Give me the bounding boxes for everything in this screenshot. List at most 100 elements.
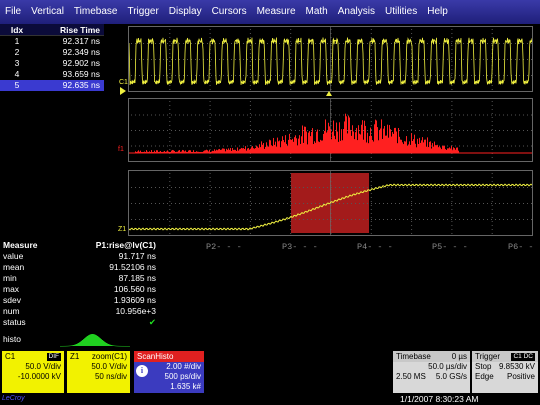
menu-item-help[interactable]: Help bbox=[422, 0, 453, 24]
c1-waveform-grid[interactable] bbox=[128, 26, 533, 92]
c1-vdiv: 50.0 V/div bbox=[25, 362, 61, 371]
dif-tag: DIF bbox=[46, 352, 61, 361]
c1-waveform bbox=[129, 27, 532, 91]
table-row-selected[interactable]: 5 92.635 ns bbox=[0, 80, 104, 91]
row-value: 92.349 ns bbox=[62, 47, 100, 57]
measure-value: 10.956e+3 bbox=[115, 306, 156, 316]
measure-key: mean bbox=[3, 262, 25, 272]
measure-row: num 10.956e+3 bbox=[0, 306, 200, 317]
menu-bar: File Vertical Timebase Trigger Display Cursor… bbox=[0, 0, 540, 24]
p2-label[interactable]: P2- - - bbox=[206, 242, 242, 252]
scanhisto-name: ScanHisto bbox=[137, 352, 174, 361]
menu-item-utilities[interactable]: Utilities bbox=[380, 0, 422, 24]
row-value: 92.902 ns bbox=[62, 58, 100, 68]
timebase-rate: 5.0 GS/s bbox=[435, 372, 467, 381]
menu-item-analysis[interactable]: Analysis bbox=[333, 0, 380, 24]
scanhisto-total: 1.635 k# bbox=[170, 382, 201, 391]
trigger-title: Trigger bbox=[475, 352, 501, 361]
measure-key: min bbox=[3, 273, 17, 283]
timebase-panel[interactable]: Timebase 0 µs 50.0 µs/div 2.50 MS 5.0 GS… bbox=[393, 351, 470, 393]
z1-vdiv: 50.0 V/div bbox=[91, 362, 127, 371]
scanhisto-panel[interactable]: ScanHisto i 2.00 #/div 500 ps/div 1.635 … bbox=[134, 351, 204, 393]
measure-value: 91.717 ns bbox=[118, 251, 156, 261]
measure-key: num bbox=[3, 306, 20, 316]
menu-item-measure[interactable]: Measure bbox=[252, 0, 301, 24]
c1-offset: -10.0000 kV bbox=[17, 372, 61, 381]
date-time: 1/1/2007 8:30:23 AM bbox=[400, 394, 479, 404]
measure-key: status bbox=[3, 317, 26, 327]
c1-channel-panel[interactable]: C1 DIF 50.0 V/div -10.0000 kV bbox=[2, 351, 64, 393]
rise-time-table: Idx Rise Time 1 92.317 ns 2 92.349 ns 3 … bbox=[0, 24, 104, 92]
trigger-panel[interactable]: Trigger C1 DC Stop 9.8530 kV Edge Positi… bbox=[472, 351, 538, 393]
trigger-slope: Positive bbox=[506, 372, 535, 381]
p3-label[interactable]: P3- - - bbox=[282, 242, 318, 252]
mini-histo-bars bbox=[60, 334, 130, 347]
measure-row: status ✔ bbox=[0, 317, 200, 328]
table-row[interactable]: 3 92.902 ns bbox=[0, 58, 104, 69]
trigger-mode: Stop bbox=[475, 362, 492, 371]
menu-item-timebase[interactable]: Timebase bbox=[69, 0, 123, 24]
c1-name: C1 bbox=[5, 352, 16, 361]
zoom-waveform-grid[interactable] bbox=[128, 170, 533, 236]
trigger-position-marker[interactable] bbox=[326, 91, 332, 96]
p4-label[interactable]: P4- - - bbox=[357, 242, 393, 252]
timebase-title: Timebase bbox=[396, 352, 431, 361]
measure-panel: Measure P1:rise@lv(C1) value 91.717 ns m… bbox=[0, 240, 200, 345]
status-check-icon: ✔ bbox=[148, 317, 156, 327]
timebase-div: 50.0 µs/div bbox=[428, 362, 467, 371]
p6-label[interactable]: P6- - - bbox=[508, 242, 540, 252]
scanhisto-time-div: 500 ps/div bbox=[164, 372, 201, 381]
measure-row: mean 91.52106 ns bbox=[0, 262, 200, 273]
measure-row: min 87.185 ns bbox=[0, 273, 200, 284]
mini-histogram bbox=[60, 334, 130, 347]
z1-zoom-panel[interactable]: Z1 zoom(C1) 50.0 V/div 50 ns/div bbox=[67, 351, 130, 393]
timebase-offset: 0 µs bbox=[451, 352, 467, 361]
z1-trace-label: Z1 bbox=[118, 226, 127, 233]
header-idx: Idx bbox=[10, 25, 24, 35]
menu-item-vertical[interactable]: Vertical bbox=[26, 0, 69, 24]
row-idx: 5 bbox=[14, 80, 20, 90]
measure-row: value 91.717 ns bbox=[0, 251, 200, 262]
row-value: 92.635 ns bbox=[62, 80, 100, 90]
table-header: Idx Rise Time bbox=[0, 24, 104, 36]
measure-value: 91.52106 ns bbox=[109, 262, 156, 272]
row-idx: 2 bbox=[14, 47, 20, 57]
table-row[interactable]: 2 92.349 ns bbox=[0, 47, 104, 58]
zoom-waveform bbox=[129, 171, 532, 235]
z1-source: zoom(C1) bbox=[91, 352, 127, 361]
menu-item-cursors[interactable]: Cursors bbox=[207, 0, 252, 24]
header-rise-time: Rise Time bbox=[59, 25, 100, 35]
scanhisto-count-div: 2.00 #/div bbox=[166, 362, 201, 371]
row-idx: 4 bbox=[14, 69, 20, 79]
table-row[interactable]: 1 92.317 ns bbox=[0, 36, 104, 47]
menu-item-math[interactable]: Math bbox=[301, 0, 333, 24]
measure-key: value bbox=[3, 251, 24, 261]
measure-param[interactable]: P1:rise@lv(C1) bbox=[70, 240, 156, 251]
row-value: 93.659 ns bbox=[62, 69, 100, 79]
trigger-level: 9.8530 kV bbox=[498, 362, 535, 371]
measure-value: 1.93609 ns bbox=[113, 295, 156, 305]
measure-key: max bbox=[3, 284, 20, 294]
trigger-level-marker[interactable] bbox=[120, 87, 126, 95]
menu-item-trigger[interactable]: Trigger bbox=[122, 0, 163, 24]
z1-name: Z1 bbox=[70, 352, 80, 361]
measure-row: max 106.560 ns bbox=[0, 284, 200, 295]
histogram-trace bbox=[129, 99, 532, 161]
measure-header: Measure P1:rise@lv(C1) bbox=[0, 240, 200, 251]
p5-label[interactable]: P5- - - bbox=[432, 242, 468, 252]
lecroy-logo: LeCroy bbox=[2, 395, 25, 402]
measure-value: 106.560 ns bbox=[113, 284, 156, 294]
trigger-type: Edge bbox=[475, 372, 494, 381]
trigger-tags: C1 DC bbox=[511, 352, 535, 361]
histogram-bars bbox=[135, 113, 459, 153]
parameter-labels: P2- - - P3- - - P4- - - P5- - - P6- - - bbox=[200, 242, 540, 254]
menu-item-display[interactable]: Display bbox=[164, 0, 207, 24]
row-idx: 3 bbox=[14, 58, 20, 68]
menu-item-file[interactable]: File bbox=[0, 0, 26, 24]
info-icon[interactable]: i bbox=[136, 365, 148, 377]
timebase-samples: 2.50 MS bbox=[396, 372, 426, 381]
f1-trace-label: f1 bbox=[118, 146, 124, 153]
table-row[interactable]: 4 93.659 ns bbox=[0, 69, 104, 80]
z1-tdiv: 50 ns/div bbox=[94, 372, 127, 381]
histogram-grid[interactable] bbox=[128, 98, 533, 162]
